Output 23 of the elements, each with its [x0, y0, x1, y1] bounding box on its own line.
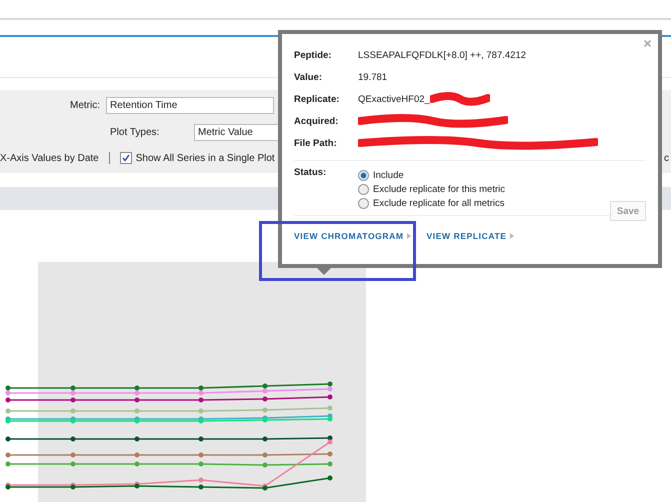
option-label[interactable]: c — [664, 152, 669, 164]
checkbox[interactable] — [120, 152, 132, 164]
field-label: Replicate: — [294, 94, 340, 104]
status-radio[interactable]: Include — [358, 170, 505, 181]
field-value: LSSEAPALFQFDLK[+8.0] ++, 787.4212 — [358, 50, 526, 60]
metric-label: Metric: — [70, 100, 101, 111]
field-label: File Path: — [294, 138, 338, 148]
plot-types-label: Plot Types: — [110, 126, 160, 138]
option-label[interactable]: X-Axis Values by Date — [0, 152, 99, 164]
field-label: Acquired: — [294, 116, 340, 126]
option-label[interactable]: Show All Series in a Single Plot — [136, 152, 275, 164]
status-label: Status: — [294, 167, 328, 180]
caret-icon — [406, 233, 411, 239]
field-label: Peptide: — [294, 50, 332, 60]
view-link[interactable]: VIEW REPLICATE — [426, 231, 514, 241]
caret-icon — [510, 233, 514, 239]
status-radio[interactable]: Exclude replicate for all metrics — [358, 198, 505, 209]
status-radio[interactable]: Exclude replicate for this metric — [358, 184, 505, 195]
field-value: 19.781 — [358, 72, 388, 82]
view-link[interactable]: VIEW CHROMATOGRAM — [294, 231, 411, 241]
metric-select[interactable]: Retention Time — [106, 96, 274, 114]
field-value: QExactiveHF02_ — [358, 94, 430, 104]
field-label: Value: — [294, 72, 323, 82]
